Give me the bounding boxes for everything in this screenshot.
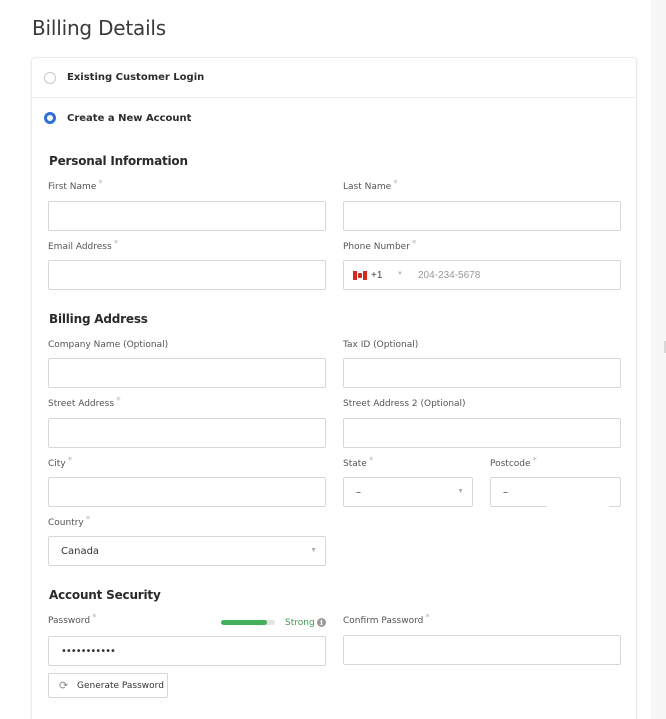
page-title: Billing Details	[32, 16, 167, 40]
create-account-option[interactable]: Create a New Account	[32, 98, 636, 138]
confirm-password-field[interactable]	[343, 635, 621, 665]
tax-id-field[interactable]	[343, 358, 621, 388]
info-icon[interactable]: i	[317, 618, 326, 627]
tax-id-label: Tax ID (Optional)	[343, 340, 419, 350]
password-strength-fill	[221, 620, 267, 625]
first-name-field[interactable]	[48, 201, 326, 231]
section-billing-title: Billing Address	[49, 312, 148, 326]
first-name-label: First Name *	[48, 179, 103, 192]
postcode-label: Postcode *	[490, 456, 538, 469]
generate-password-label: Generate Password	[77, 681, 164, 691]
existing-customer-radio[interactable]	[44, 71, 56, 84]
city-label: City *	[48, 456, 73, 469]
phone-label: Phone Number *	[343, 239, 417, 252]
chevron-down-icon: ▼	[457, 488, 464, 495]
phone-field[interactable]: +1 ▼ 204-234-5678	[343, 260, 621, 290]
redacted-area	[547, 479, 609, 507]
country-select[interactable]: Canada ▼	[48, 536, 326, 566]
city-field[interactable]	[48, 477, 326, 507]
password-strength-meter	[221, 620, 275, 625]
state-select[interactable]: – ▼	[343, 477, 473, 507]
create-account-radio[interactable]	[44, 112, 56, 124]
billing-form-card: Existing Customer Login Create a New Acc…	[31, 57, 637, 719]
adjacent-panel-edge	[651, 0, 666, 719]
phone-placeholder: 204-234-5678	[418, 270, 481, 281]
section-personal-title: Personal Information	[49, 154, 188, 168]
email-label: Email Address *	[48, 239, 119, 252]
password-label: Password *	[48, 613, 97, 626]
street-field[interactable]	[48, 418, 326, 448]
confirm-password-label: Confirm Password *	[343, 613, 430, 626]
generate-password-button[interactable]: ⟳ Generate Password	[48, 673, 168, 698]
last-name-label: Last Name *	[343, 179, 398, 192]
existing-customer-option[interactable]: Existing Customer Login	[32, 58, 636, 98]
section-security-title: Account Security	[49, 588, 161, 602]
chevron-down-icon: ▼	[310, 547, 317, 554]
country-label: Country *	[48, 515, 91, 528]
password-strength-label: Strong	[285, 618, 315, 628]
chevron-down-icon[interactable]: ▼	[397, 271, 403, 277]
existing-customer-label[interactable]: Existing Customer Login	[67, 72, 204, 83]
refresh-icon: ⟳	[59, 680, 69, 692]
street-label: Street Address *	[48, 396, 121, 409]
state-label: State *	[343, 456, 374, 469]
company-label: Company Name (Optional)	[48, 340, 169, 350]
last-name-field[interactable]	[343, 201, 621, 231]
canada-flag-icon[interactable]	[353, 271, 367, 280]
dial-code[interactable]: +1	[371, 270, 382, 281]
create-account-label[interactable]: Create a New Account	[67, 113, 191, 124]
company-field[interactable]	[48, 358, 326, 388]
email-field[interactable]	[48, 260, 326, 290]
street2-field[interactable]	[343, 418, 621, 448]
street2-label: Street Address 2 (Optional)	[343, 399, 466, 409]
password-field[interactable]: •••••••••••	[48, 636, 326, 666]
